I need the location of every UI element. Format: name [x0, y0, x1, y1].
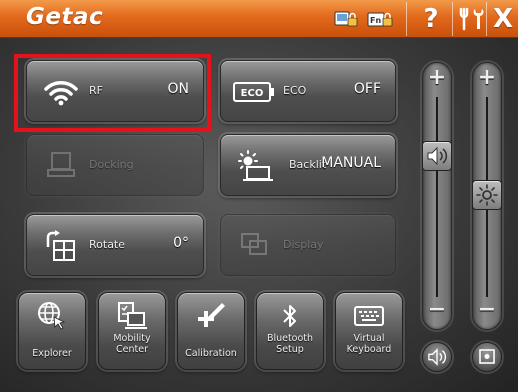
- docking-label: Docking: [89, 158, 134, 171]
- volume-thumb[interactable]: [422, 141, 452, 171]
- bluetooth-icon: [257, 299, 323, 333]
- tools-icon: [459, 7, 484, 31]
- eco-icon: ECO: [231, 73, 277, 111]
- svg-text:Fn: Fn: [370, 16, 381, 25]
- touch-lock-icon[interactable]: [332, 8, 360, 30]
- wifi-icon: [41, 73, 81, 111]
- speaker-icon: [427, 146, 448, 166]
- mobility-center-icon: [99, 299, 165, 333]
- getac-logo: Getac: [26, 4, 104, 30]
- screen-brightness-icon: [479, 349, 495, 364]
- volume-slider[interactable]: + −: [422, 62, 452, 330]
- globe-cursor-icon: [19, 299, 85, 333]
- mobility-center-button[interactable]: Mobility Center: [98, 292, 166, 370]
- display-button[interactable]: Display: [220, 214, 396, 276]
- mute-button[interactable]: [422, 342, 452, 372]
- calibration-label: Calibration: [185, 348, 237, 359]
- brightness-down-button[interactable]: −: [472, 297, 502, 322]
- titlebar-divider: [486, 2, 487, 36]
- fn-lock-icon[interactable]: Fn: [366, 8, 394, 30]
- virtual-keyboard-label: Virtual Keyboard: [346, 333, 392, 355]
- mobility-center-label: Mobility Center: [113, 333, 151, 355]
- svg-text:ECO: ECO: [241, 88, 264, 99]
- display-label: Display: [283, 238, 324, 251]
- volume-up-button[interactable]: +: [422, 65, 452, 90]
- rotate-label: Rotate: [89, 238, 126, 251]
- display-icon: [235, 227, 275, 265]
- brightness-thumb[interactable]: [472, 180, 502, 210]
- rotate-value: 0°: [173, 235, 189, 251]
- calibration-button[interactable]: Calibration: [177, 292, 245, 370]
- calibration-pen-icon: [178, 299, 244, 333]
- eco-label: ECO: [283, 84, 307, 97]
- display-off-button[interactable]: [472, 342, 502, 372]
- titlebar-divider: [406, 2, 407, 36]
- volume-down-button[interactable]: −: [422, 297, 452, 322]
- docking-button[interactable]: Docking: [26, 134, 204, 196]
- eco-toggle-button[interactable]: ECO ECO OFF: [220, 60, 396, 122]
- bluetooth-setup-label: Bluetooth Setup: [266, 333, 314, 355]
- brightness-up-button[interactable]: +: [472, 65, 502, 90]
- rf-label: RF: [89, 84, 103, 97]
- keyboard-icon: [336, 299, 402, 333]
- title-bar: Getac Fn ? X: [0, 0, 518, 38]
- rf-value: ON: [167, 81, 190, 97]
- speaker-icon: [428, 348, 447, 366]
- settings-tools-button[interactable]: [456, 0, 486, 38]
- rotate-icon: [41, 227, 81, 265]
- explorer-label: Explorer: [32, 348, 72, 359]
- rotate-button[interactable]: Rotate 0°: [26, 214, 204, 276]
- virtual-keyboard-button[interactable]: Virtual Keyboard: [335, 292, 403, 370]
- close-button[interactable]: X: [488, 0, 518, 38]
- docking-icon: [41, 147, 81, 185]
- help-button[interactable]: ?: [416, 0, 446, 38]
- bluetooth-setup-button[interactable]: Bluetooth Setup: [256, 292, 324, 370]
- titlebar-divider: [452, 2, 453, 36]
- explorer-button[interactable]: Explorer: [18, 292, 86, 370]
- control-panel: RF ON ECO ECO OFF Docking Backlit MANUAL…: [0, 38, 518, 392]
- backlit-keyboard-icon: [235, 147, 275, 185]
- rf-toggle-button[interactable]: RF ON: [26, 60, 204, 122]
- volume-track-line: [436, 97, 438, 297]
- backlit-value: MANUAL: [321, 155, 381, 171]
- eco-value: OFF: [353, 81, 381, 97]
- backlit-button[interactable]: Backlit MANUAL: [220, 134, 396, 196]
- brightness-icon: [476, 184, 498, 206]
